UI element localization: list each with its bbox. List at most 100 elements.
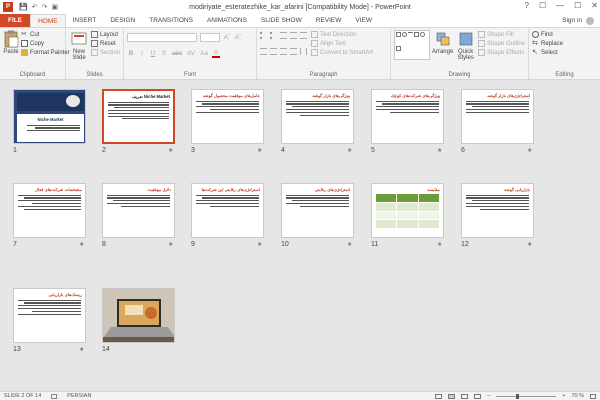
square-shape-icon[interactable] [396, 45, 401, 51]
table-cell [376, 211, 397, 220]
tab-review[interactable]: REVIEW [309, 14, 349, 27]
undo-icon[interactable]: ↶ [32, 3, 38, 11]
slide-thumbnail-8[interactable]: دلایل موفقیت [102, 183, 175, 238]
zoom-level[interactable]: 70 % [571, 393, 584, 399]
numbering-icon[interactable] [270, 31, 277, 39]
save-icon[interactable]: 💾 [19, 3, 28, 11]
tab-insert[interactable]: INSERT [66, 14, 104, 27]
tab-animations[interactable]: ANIMATIONS [200, 14, 254, 27]
slide-text-line [108, 101, 169, 103]
shape-outline-button[interactable]: Shape Outline [477, 39, 525, 48]
tab-transitions[interactable]: TRANSITIONS [142, 14, 200, 27]
font-size-combobox[interactable] [200, 32, 220, 42]
textbox-shape-icon[interactable] [414, 32, 419, 37]
columns-icon[interactable] [300, 47, 307, 55]
close-button[interactable]: ✕ [591, 1, 598, 10]
align-right-icon[interactable] [280, 47, 287, 55]
slide-thumbnail-12[interactable]: بازاریابی گوشه [461, 183, 534, 238]
align-left-icon[interactable] [260, 47, 267, 55]
slide-thumbnail-13[interactable]: ریسک‌های بازاریابی [13, 288, 86, 343]
zoom-slider[interactable] [496, 393, 557, 399]
tab-home[interactable]: HOME [30, 14, 66, 27]
slide-thumbnail-10[interactable]: استراتژی‌های رقابتی [281, 183, 354, 238]
quick-styles-button[interactable]: Quick Styles [455, 30, 476, 61]
language-status[interactable]: PERSIAN [67, 393, 91, 399]
shrink-font-icon[interactable]: Aˇ [234, 34, 242, 41]
decrease-indent-icon[interactable] [280, 31, 287, 39]
sign-in[interactable]: Sign in [562, 14, 600, 27]
format-painter-button[interactable]: Format Painter [21, 48, 70, 57]
bold-button[interactable]: B [127, 50, 135, 57]
tab-slide-show[interactable]: SLIDE SHOW [254, 14, 309, 27]
slide-thumbnail-3[interactable]: عامل‌های موفقیت محصول گوشه [191, 89, 264, 144]
fit-to-window-icon[interactable] [590, 393, 596, 399]
grow-font-icon[interactable]: Aˆ [223, 34, 231, 41]
tab-view[interactable]: VIEW [348, 14, 379, 27]
ribbon-display-button[interactable]: ☐ [539, 1, 546, 10]
select-button[interactable]: ↖ Select [532, 48, 597, 57]
zoom-out-icon[interactable]: – [487, 393, 490, 399]
replace-button[interactable]: ⇆ Replace [532, 39, 597, 48]
align-center-icon[interactable] [270, 47, 277, 55]
slideshow-view-icon[interactable] [474, 393, 482, 399]
oval-shape-icon[interactable] [402, 32, 407, 37]
font-color-button[interactable]: A [212, 49, 220, 58]
shapes-gallery[interactable] [394, 30, 430, 60]
underline-button[interactable]: U [149, 50, 157, 57]
slide-thumbnail-2[interactable]: Niche Market تعریف [102, 89, 175, 144]
reset-button[interactable]: Reset [90, 39, 120, 48]
slide-text-line [286, 100, 349, 102]
section-button[interactable]: Section [90, 48, 120, 57]
zoom-slider-thumb[interactable] [515, 393, 519, 399]
justify-icon[interactable] [290, 47, 297, 55]
proofing-icon[interactable] [51, 393, 58, 399]
shape-effects-button[interactable]: Shape Effects [477, 48, 525, 57]
slide-thumbnail-4[interactable]: ویژگی‌های بازار گوشه [281, 89, 354, 144]
slide-thumbnail-14[interactable] [102, 288, 175, 343]
line-shape-icon[interactable] [408, 32, 413, 37]
cut-button[interactable]: ✂ Cut [21, 30, 70, 39]
increase-indent-icon[interactable] [290, 31, 297, 39]
convert-smartart-button[interactable]: Convert to SmartArt [311, 48, 373, 57]
text-direction-button[interactable]: Text Direction [311, 30, 373, 39]
paste-button[interactable]: Paste [3, 30, 19, 57]
help-button[interactable]: ? [525, 1, 529, 10]
university-logo-icon [66, 95, 80, 107]
align-text-button[interactable]: Align Text [311, 39, 373, 48]
shadow-button[interactable]: S [160, 50, 168, 57]
rectangle-shape-icon[interactable] [396, 32, 401, 37]
bullets-icon[interactable] [260, 31, 267, 39]
slide-thumbnail-9[interactable]: استراتژی‌های رقابتی این شرکت‌ها [191, 183, 264, 238]
tab-file[interactable]: FILE [0, 14, 31, 27]
powerpoint-app-icon: P [3, 2, 13, 12]
maximize-button[interactable]: ☐ [574, 1, 581, 10]
zoom-in-icon[interactable]: + [562, 393, 565, 399]
slide-thumbnail-11[interactable]: مقایسه [371, 183, 444, 238]
shape-fill-button[interactable]: Shape Fill [477, 30, 525, 39]
line-spacing-icon[interactable] [300, 31, 307, 39]
minimize-button[interactable]: — [556, 1, 564, 10]
strikethrough-button[interactable]: abc [171, 50, 183, 57]
circle-shape-icon[interactable] [420, 32, 425, 37]
italic-button[interactable]: I [138, 50, 146, 57]
slide-sorter-view-icon[interactable] [448, 393, 456, 399]
arrange-button[interactable]: Arrange [432, 30, 453, 61]
redo-icon[interactable]: ↷ [42, 3, 48, 11]
slide-text-line [286, 194, 349, 196]
find-button[interactable]: Find [532, 30, 597, 39]
new-slide-button[interactable]: New Slide [69, 30, 89, 61]
slide-thumbnail-1[interactable]: Niche Market [13, 89, 86, 144]
slide-thumbnail-7[interactable]: مشخصات شرکت‌های فعال [13, 183, 86, 238]
slide-thumbnail-5[interactable]: ویژگی‌های شرکت‌های کوچک [371, 89, 444, 144]
font-name-combobox[interactable] [127, 32, 197, 42]
change-case-button[interactable]: Aa [199, 50, 209, 57]
layout-button[interactable]: Layout [90, 30, 120, 39]
normal-view-icon[interactable] [435, 393, 443, 399]
reading-view-icon[interactable] [461, 393, 469, 399]
tab-design[interactable]: DESIGN [103, 14, 142, 27]
copy-button[interactable]: Copy [21, 39, 70, 48]
slide-text-line [27, 130, 80, 132]
slideshow-icon[interactable]: ▣ [51, 3, 58, 11]
char-spacing-button[interactable]: AV [186, 50, 196, 57]
slide-thumbnail-6[interactable]: استراتژی‌های بازار گوشه [461, 89, 534, 144]
